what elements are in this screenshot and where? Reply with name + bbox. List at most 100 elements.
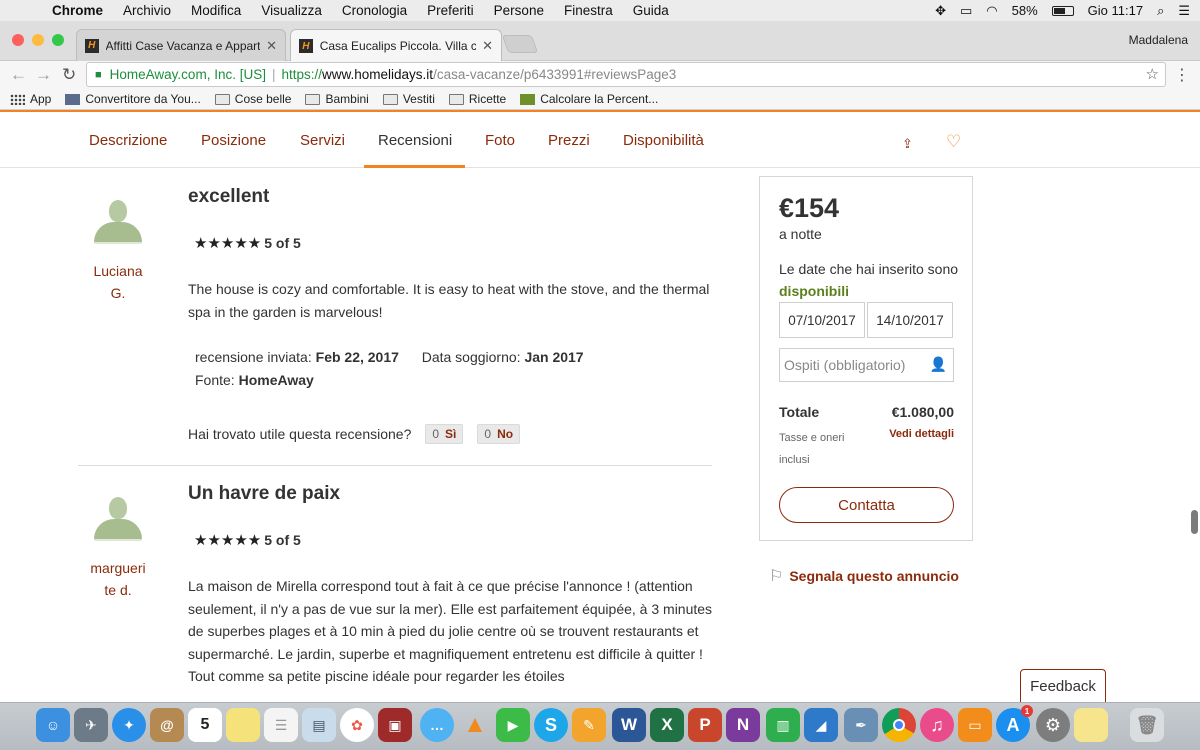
trash-icon[interactable]: 🗑 <box>1130 708 1164 742</box>
close-window-button[interactable] <box>12 34 24 46</box>
total-label: Totale <box>779 404 820 420</box>
tab-affitti[interactable]: H Affitti Case Vacanza e Apparta ✕ <box>76 29 286 61</box>
finder-icon[interactable]: ☺ <box>36 708 70 742</box>
contact-button[interactable]: Contatta <box>779 487 954 523</box>
bookmark-vestiti[interactable]: Vestiti <box>382 92 435 106</box>
availability-status: disponibili <box>779 283 849 299</box>
bookmark-calcolare[interactable]: Calcolare la Percent... <box>520 92 658 106</box>
heart-icon[interactable]: ♡ <box>946 132 961 152</box>
bookmark-cose-belle[interactable]: Cose belle <box>214 92 291 106</box>
folder-icon <box>448 93 464 105</box>
skype-icon[interactable]: S <box>534 708 568 742</box>
review-text: The house is cozy and comfortable. It is… <box>188 281 710 320</box>
system-preferences-icon[interactable]: ⚙ <box>1036 708 1070 742</box>
guests-field[interactable]: Ospiti (obbligatorio) 👤 <box>779 348 954 382</box>
ibooks-icon[interactable]: ▭ <box>958 708 992 742</box>
menu-visualizza[interactable]: Visualizza <box>261 3 322 18</box>
chrome-menu-icon[interactable]: ⋮ <box>1174 65 1190 85</box>
menu-preferiti[interactable]: Preferiti <box>427 3 474 18</box>
listing-nav-bar: Descrizione Posizione Servizi Recensioni… <box>0 110 1200 168</box>
airplay-icon[interactable]: ▭ <box>960 3 972 19</box>
new-tab-button[interactable] <box>501 35 539 53</box>
menu-archivio[interactable]: Archivio <box>123 3 171 18</box>
photos-icon[interactable]: ✿ <box>340 708 374 742</box>
launchpad-icon[interactable]: ✈ <box>74 708 108 742</box>
feedback-button[interactable]: Feedback <box>1020 669 1106 703</box>
folder-icon <box>305 93 321 105</box>
preview-icon[interactable]: ▤ <box>302 708 336 742</box>
helpful-no-button[interactable]: 0 No <box>477 424 521 444</box>
battery-icon[interactable] <box>1051 5 1074 16</box>
address-bar[interactable]: ■ HomeAway.com, Inc. [US] | https:// www… <box>86 62 1166 87</box>
profile-name[interactable]: Maddalena <box>1129 33 1188 47</box>
menu-finestra[interactable]: Finestra <box>564 3 613 18</box>
pages-icon[interactable]: ✎ <box>572 708 606 742</box>
app-store-icon[interactable]: A1 <box>996 705 1033 742</box>
itunes-icon[interactable]: ♫ <box>920 708 954 742</box>
bookmark-star-icon[interactable]: ☆ <box>1146 65 1159 83</box>
vlc-icon[interactable]: ▲ <box>458 708 492 742</box>
close-tab-icon[interactable]: ✕ <box>266 38 277 54</box>
nav-foto[interactable]: Foto <box>485 132 515 149</box>
bookmark-bambini[interactable]: Bambini <box>305 92 369 106</box>
tab-casa-eucalips[interactable]: H Casa Eucalips Piccola. Villa co ✕ <box>290 29 502 62</box>
calendar-icon[interactable]: 5 <box>188 708 222 742</box>
nav-disponibilita[interactable]: Disponibilità <box>623 132 704 149</box>
menu-cronologia[interactable]: Cronologia <box>342 3 407 18</box>
photo-booth-icon[interactable]: ▣ <box>378 708 412 742</box>
bookmark-convertitore[interactable]: Convertitore da You... <box>65 92 201 106</box>
menu-modifica[interactable]: Modifica <box>191 3 241 18</box>
numbers-icon[interactable]: ▥ <box>766 708 800 742</box>
bookmark-app[interactable]: App <box>10 92 51 106</box>
minimize-window-button[interactable] <box>32 34 44 46</box>
zoom-window-button[interactable] <box>52 34 64 46</box>
checkout-date-field[interactable]: 14/10/2017 <box>867 302 953 338</box>
dropbox-icon[interactable]: ✥ <box>935 3 946 19</box>
nav-servizi[interactable]: Servizi <box>300 132 345 149</box>
avatar-head <box>109 200 127 222</box>
close-tab-icon[interactable]: ✕ <box>482 38 493 54</box>
wifi-icon[interactable]: ◠ <box>986 3 997 19</box>
chrome-icon[interactable] <box>882 708 916 742</box>
nav-posizione[interactable]: Posizione <box>201 132 266 149</box>
back-arrow-icon[interactable]: ← <box>10 65 27 85</box>
reminders-icon[interactable]: ☰ <box>264 708 298 742</box>
notification-center-icon[interactable]: ☰ <box>1178 3 1190 19</box>
share-icon[interactable]: ⇪ <box>902 136 913 152</box>
clock[interactable]: Gio 11:17 <box>1088 3 1143 18</box>
avatar-body <box>94 222 142 244</box>
onenote-icon[interactable]: N <box>726 708 760 742</box>
checkin-date-field[interactable]: 07/10/2017 <box>779 302 865 338</box>
notes-icon[interactable] <box>226 708 260 742</box>
nav-prezzi[interactable]: Prezzi <box>548 132 590 149</box>
nav-descrizione[interactable]: Descrizione <box>89 132 167 149</box>
contacts-icon[interactable]: @ <box>150 708 184 742</box>
forward-arrow-icon[interactable]: → <box>35 65 52 85</box>
reload-icon[interactable]: ↻ <box>62 65 76 85</box>
reviewer-name[interactable]: Luciana G. <box>78 260 158 304</box>
helpful-yes-button[interactable]: 0 Sì <box>425 424 464 444</box>
bookmark-label: Bambini <box>325 92 369 106</box>
preview-2-icon[interactable]: ✒ <box>844 708 878 742</box>
tab-strip: H Affitti Case Vacanza e Apparta ✕ H Cas… <box>0 21 1200 62</box>
stickies-icon[interactable] <box>1074 708 1108 742</box>
bookmark-ricette[interactable]: Ricette <box>448 92 506 106</box>
report-listing-link[interactable]: ⚐ Segnala questo annuncio <box>769 566 959 586</box>
facetime-icon[interactable]: ▶ <box>496 708 530 742</box>
menu-chrome[interactable]: Chrome <box>52 3 103 18</box>
powerpoint-icon[interactable]: P <box>688 708 722 742</box>
scrollbar-thumb[interactable] <box>1191 510 1198 534</box>
messages-icon[interactable]: … <box>420 708 454 742</box>
review-divider <box>78 465 712 466</box>
see-details-link[interactable]: Vedi dettagli <box>889 428 954 440</box>
menu-guida[interactable]: Guida <box>633 3 669 18</box>
reviewer-name[interactable]: margueri te d. <box>78 557 158 601</box>
spotlight-icon[interactable]: ⌕ <box>1157 3 1164 19</box>
word-icon[interactable]: W <box>612 708 646 742</box>
bookmarks-bar: App Convertitore da You... Cose belle Ba… <box>0 89 1200 110</box>
keynote-icon[interactable]: ◢ <box>804 708 838 742</box>
nav-recensioni[interactable]: Recensioni <box>378 132 452 149</box>
safari-icon[interactable]: ✦ <box>112 708 146 742</box>
excel-icon[interactable]: X <box>650 708 684 742</box>
menu-persone[interactable]: Persone <box>494 3 544 18</box>
